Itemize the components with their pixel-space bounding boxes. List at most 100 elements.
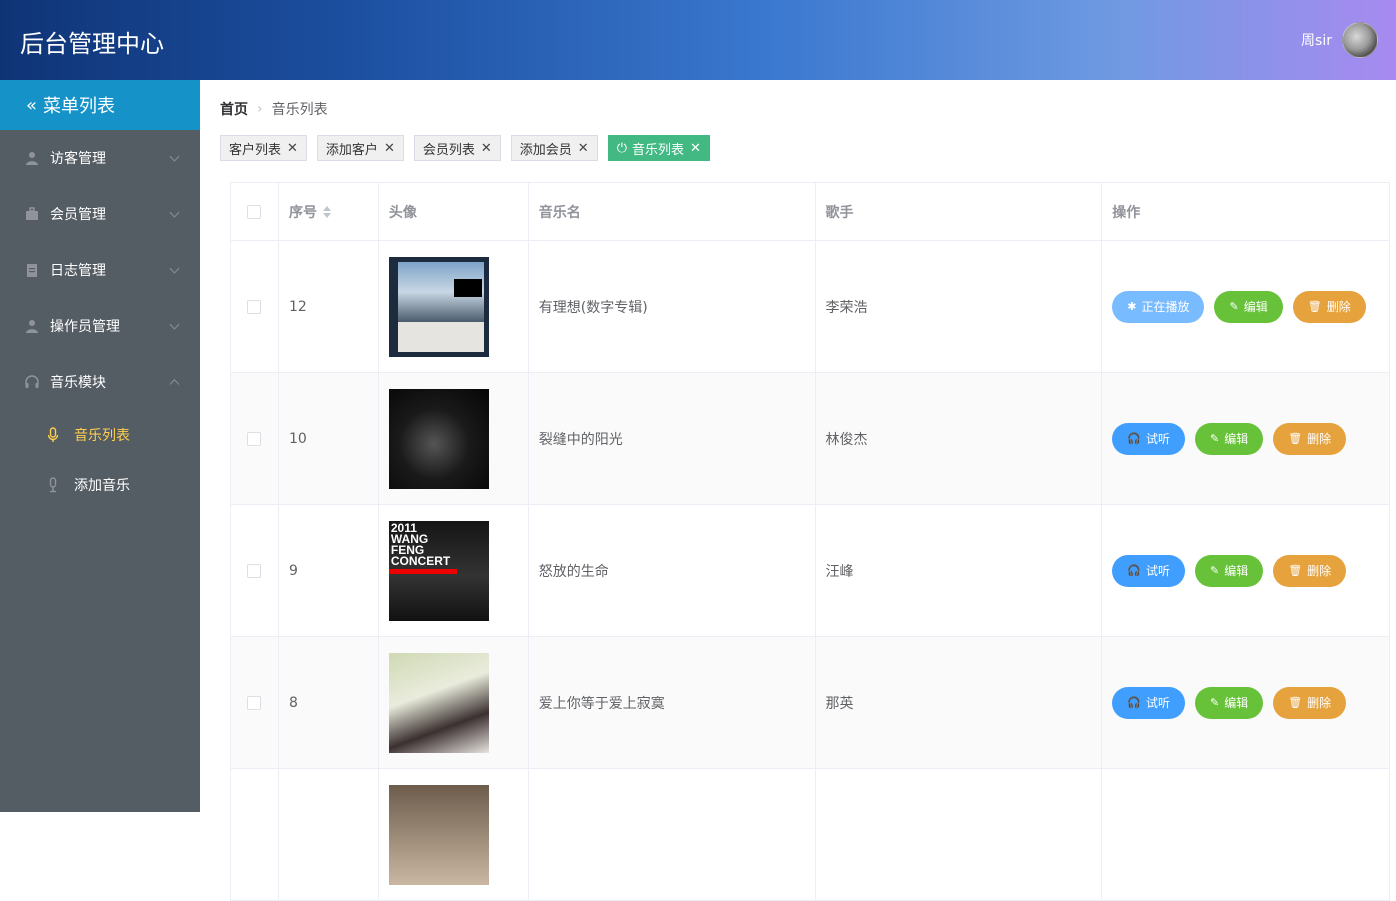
user-icon	[24, 150, 40, 166]
close-icon[interactable]: ✕	[481, 141, 492, 156]
sidebar-subitem-label: 添加音乐	[74, 478, 130, 494]
row-id: 8	[279, 637, 379, 768]
row-cover-cell	[379, 637, 529, 768]
row-checkbox[interactable]	[247, 695, 262, 710]
sidebar-item-label: 操作员管理	[50, 319, 120, 335]
tag-customer-list[interactable]: 客户列表 ✕	[220, 135, 307, 161]
row-select-cell	[231, 637, 279, 768]
chevron-down-icon	[169, 319, 180, 330]
album-cover	[388, 256, 489, 357]
delete-button[interactable]: 🗑 删除	[1273, 554, 1347, 587]
album-cover	[388, 784, 489, 885]
tag-add-customer[interactable]: 添加客户 ✕	[316, 135, 404, 161]
tag-label: 会员列表	[422, 142, 475, 158]
header-label: 头像	[388, 204, 417, 221]
button-label: 试听	[1145, 696, 1170, 710]
button-label: 试听	[1145, 564, 1170, 578]
sidebar-item-music[interactable]: 音乐模块	[0, 354, 200, 410]
album-cover: 2011 WANG FENG CONCERT	[388, 520, 489, 621]
loading-icon: ✱	[1127, 300, 1137, 313]
sidebar-item-label: 音乐模块	[50, 375, 106, 391]
button-label: 正在播放	[1141, 300, 1190, 314]
sidebar-item-label: 访客管理	[50, 151, 106, 167]
listen-button[interactable]: 🎧 试听	[1112, 422, 1185, 455]
menu-collapse-toggle[interactable]: « 菜单列表	[0, 80, 200, 130]
header-id[interactable]: 序号	[279, 183, 379, 240]
sidebar-item-logs[interactable]: 日志管理	[0, 242, 200, 298]
user-icon	[24, 318, 40, 334]
tag-label: 添加客户	[325, 142, 378, 158]
cover-text: 2011 WANG FENG CONCERT	[390, 520, 451, 568]
edit-button[interactable]: ✎ 编辑	[1194, 686, 1264, 719]
avatar[interactable]	[1342, 22, 1378, 58]
table-row: 8 爱上你等于爱上寂寞 那英 🎧 试听 ✎ 编辑 🗑 删除	[231, 637, 1390, 769]
select-all-checkbox[interactable]	[247, 204, 262, 219]
row-id: 10	[279, 373, 379, 504]
top-header: 后台管理中心 周sir	[0, 0, 1396, 80]
album-cover	[388, 388, 489, 489]
button-label: 编辑	[1224, 564, 1249, 578]
row-checkbox[interactable]	[247, 563, 262, 578]
row-singer: 汪峰	[816, 505, 1103, 636]
delete-button[interactable]: 🗑 删除	[1273, 686, 1347, 719]
microphone-icon	[46, 427, 60, 443]
sidebar-subitem-label: 音乐列表	[74, 428, 130, 444]
row-checkbox[interactable]	[247, 431, 262, 446]
edit-button[interactable]: ✎ 编辑	[1194, 554, 1264, 587]
sidebar-subitem-music-list[interactable]: 音乐列表	[0, 410, 200, 460]
sidebar-item-operators[interactable]: 操作员管理	[0, 298, 200, 354]
headphones-icon: 🎧	[1127, 696, 1141, 709]
row-actions	[1102, 769, 1390, 900]
playing-button[interactable]: ✱ 正在播放	[1112, 290, 1205, 323]
trash-icon: 🗑	[1288, 696, 1303, 709]
close-icon[interactable]: ✕	[690, 141, 701, 156]
user-menu[interactable]: 周sir	[1301, 22, 1378, 58]
row-singer	[816, 769, 1103, 900]
close-icon[interactable]: ✕	[287, 141, 298, 156]
row-select-cell	[231, 505, 279, 636]
breadcrumb-home[interactable]: 首页	[220, 99, 248, 119]
listen-button[interactable]: 🎧 试听	[1112, 554, 1185, 587]
sort-icon[interactable]	[322, 205, 331, 218]
chevron-down-icon	[169, 151, 180, 162]
header-label: 音乐名	[538, 204, 581, 221]
row-actions: ✱ 正在播放 ✎ 编辑 🗑 删除	[1102, 241, 1390, 372]
delete-button[interactable]: 🗑 删除	[1273, 422, 1347, 455]
tag-label: 音乐列表	[631, 142, 684, 158]
sidebar-subitem-add-music[interactable]: 添加音乐	[0, 460, 200, 510]
trash-icon: 🗑	[1288, 564, 1303, 577]
button-label: 删除	[1307, 432, 1332, 446]
row-checkbox[interactable]	[247, 299, 262, 314]
row-cover-cell: 2011 WANG FENG CONCERT	[379, 505, 529, 636]
tag-add-member[interactable]: 添加会员 ✕	[510, 135, 598, 161]
edit-icon: ✎	[1209, 564, 1220, 577]
close-icon[interactable]: ✕	[578, 141, 589, 156]
listen-button[interactable]: 🎧 试听	[1112, 686, 1185, 719]
tag-member-list[interactable]: 会员列表 ✕	[413, 135, 501, 161]
header-label: 操作	[1112, 204, 1141, 221]
edit-button[interactable]: ✎ 编辑	[1194, 422, 1264, 455]
button-label: 编辑	[1224, 696, 1249, 710]
edit-button[interactable]: ✎ 编辑	[1214, 290, 1283, 323]
briefcase-icon	[24, 206, 40, 222]
sidebar-item-visitors[interactable]: 访客管理	[0, 130, 200, 186]
row-select-cell	[231, 769, 279, 900]
button-label: 编辑	[1243, 300, 1268, 314]
select-all-cell	[231, 183, 279, 240]
breadcrumb: 首页 › 音乐列表	[220, 99, 328, 119]
app-title: 后台管理中心	[20, 30, 164, 58]
row-name: 裂缝中的阳光	[529, 373, 816, 504]
button-label: 删除	[1307, 696, 1332, 710]
button-label: 删除	[1307, 564, 1332, 578]
tag-music-list[interactable]: ⏻ 音乐列表 ✕	[607, 135, 710, 161]
tag-label: 客户列表	[229, 142, 282, 158]
delete-button[interactable]: 🗑 删除	[1292, 290, 1366, 323]
row-id	[279, 769, 379, 900]
sidebar-item-label: 日志管理	[50, 263, 106, 279]
user-name[interactable]: 周sir	[1301, 30, 1332, 50]
close-icon[interactable]: ✕	[384, 141, 395, 156]
edit-icon: ✎	[1209, 432, 1220, 445]
sidebar-item-members[interactable]: 会员管理	[0, 186, 200, 242]
album-cover	[388, 652, 489, 753]
chevron-down-icon	[169, 207, 180, 218]
